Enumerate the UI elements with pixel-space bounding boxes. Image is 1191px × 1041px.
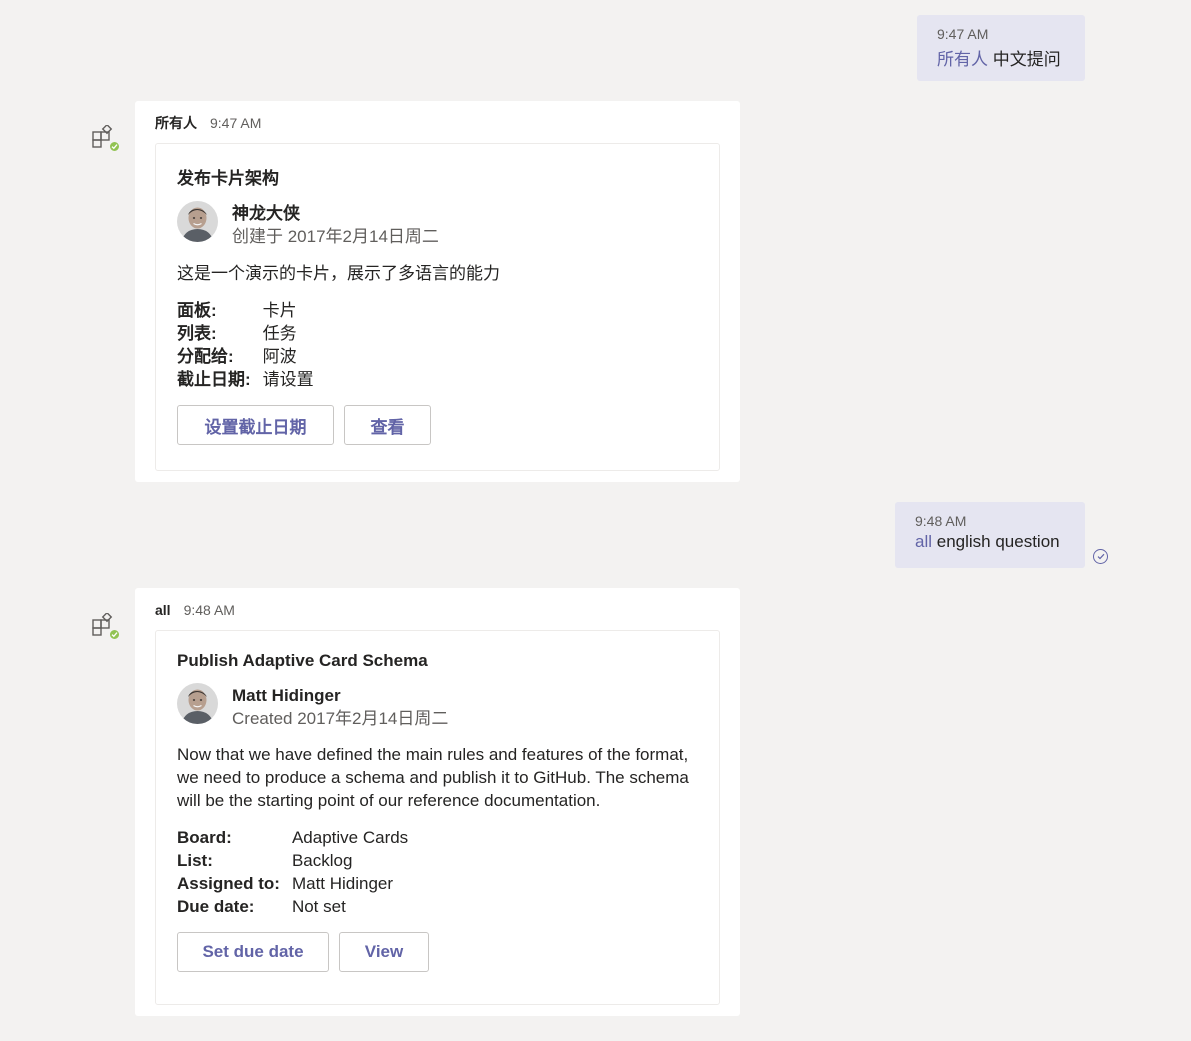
bot-message-2: all 9:48 AM Publish Adaptive Card Schema… xyxy=(135,588,740,1016)
card-person: Matt Hidinger Created 2017年2月14日周二 xyxy=(177,683,699,730)
bot-avatar[interactable] xyxy=(91,613,123,645)
sent-message-body: english question xyxy=(932,532,1060,551)
message-author: all xyxy=(155,602,171,618)
message-author: 所有人 xyxy=(155,115,197,131)
person-name: 神龙大侠 xyxy=(232,204,300,223)
message-header: 所有人 9:47 AM xyxy=(155,113,720,133)
fact-row: 面板: 卡片 xyxy=(177,299,314,322)
fact-value: Not set xyxy=(291,897,346,916)
fact-row: Assigned to: Matt Hidinger xyxy=(177,872,408,895)
card-description: 这是一个演示的卡片，展示了多语言的能力 xyxy=(177,264,500,283)
fact-key: 列表: xyxy=(177,324,217,343)
fact-key: 分配给: xyxy=(177,347,234,366)
card-description: Now that we have defined the main rules … xyxy=(177,745,689,810)
sent-message-1[interactable]: 9:47 AM 所有人 中文提问 xyxy=(917,15,1085,81)
fact-row: 截止日期: 请设置 xyxy=(177,368,314,391)
message-time: 9:47 AM xyxy=(210,115,262,131)
sent-message-body: 中文提问 xyxy=(988,50,1061,69)
fact-key: 截止日期: xyxy=(177,370,251,389)
card-actions: Set due date View xyxy=(177,932,699,972)
fact-value: Adaptive Cards xyxy=(291,828,409,847)
fact-set: Board: Adaptive Cards List: Backlog Assign… xyxy=(177,826,408,918)
message-header: all 9:48 AM xyxy=(155,600,720,620)
set-due-date-button[interactable]: 设置截止日期 xyxy=(177,405,334,445)
person-avatar xyxy=(177,201,218,242)
fact-key: Due date: xyxy=(177,897,255,916)
fact-value: 请设置 xyxy=(262,370,314,389)
fact-set: 面板: 卡片 列表: 任务 分配给: 阿波 截止日期: 请设置 xyxy=(177,299,314,391)
adaptive-card: Publish Adaptive Card Schema Matt Hiding… xyxy=(155,630,720,1005)
fact-row: 分配给: 阿波 xyxy=(177,345,314,368)
card-actions: 设置截止日期 查看 xyxy=(177,405,699,445)
read-check-icon xyxy=(1093,549,1108,564)
fact-key: Assigned to: xyxy=(177,874,280,893)
fact-row: Board: Adaptive Cards xyxy=(177,826,408,849)
bot-message-1: 所有人 9:47 AM 发布卡片架构 神龙大侠 创建于 2017年2月14日周二 xyxy=(135,101,740,482)
fact-row: Due date: Not set xyxy=(177,895,408,918)
fact-value: 卡片 xyxy=(262,301,297,320)
bot-avatar[interactable] xyxy=(91,125,123,157)
sent-message-time: 9:48 AM xyxy=(915,513,967,529)
message-time: 9:48 AM xyxy=(183,602,235,618)
fact-row: 列表: 任务 xyxy=(177,322,314,345)
card-title: Publish Adaptive Card Schema xyxy=(177,651,428,670)
set-due-date-button[interactable]: Set due date xyxy=(177,932,329,972)
person-created: 创建于 2017年2月14日周二 xyxy=(232,227,439,246)
fact-key: Board: xyxy=(177,828,232,847)
fact-value: 阿波 xyxy=(262,347,297,366)
fact-key: List: xyxy=(177,851,213,870)
mention-link[interactable]: all xyxy=(915,532,932,551)
adaptive-card: 发布卡片架构 神龙大侠 创建于 2017年2月14日周二 这是一个演示的卡片，展… xyxy=(155,143,720,471)
card-title: 发布卡片架构 xyxy=(177,169,279,188)
view-button[interactable]: 查看 xyxy=(344,405,431,445)
person-info: 神龙大侠 创建于 2017年2月14日周二 xyxy=(232,201,439,248)
fact-row: List: Backlog xyxy=(177,849,408,872)
mention-link[interactable]: 所有人 xyxy=(937,50,988,69)
fact-value: Backlog xyxy=(291,851,353,870)
person-name: Matt Hidinger xyxy=(232,686,341,705)
fact-value: 任务 xyxy=(262,324,297,343)
sent-message-time: 9:47 AM xyxy=(937,26,989,42)
sent-message-text: all english question xyxy=(915,532,1065,552)
person-created: Created 2017年2月14日周二 xyxy=(232,709,449,728)
fact-key: 面板: xyxy=(177,301,217,320)
view-button[interactable]: View xyxy=(339,932,429,972)
person-info: Matt Hidinger Created 2017年2月14日周二 xyxy=(232,683,448,730)
fact-value: Matt Hidinger xyxy=(291,874,394,893)
person-avatar xyxy=(177,683,218,724)
presence-available-icon xyxy=(108,628,121,641)
presence-available-icon xyxy=(108,140,121,153)
card-person: 神龙大侠 创建于 2017年2月14日周二 xyxy=(177,201,699,248)
sent-message-text: 所有人 中文提问 xyxy=(937,45,1065,70)
sent-message-2[interactable]: 9:48 AM all english question xyxy=(895,502,1085,568)
